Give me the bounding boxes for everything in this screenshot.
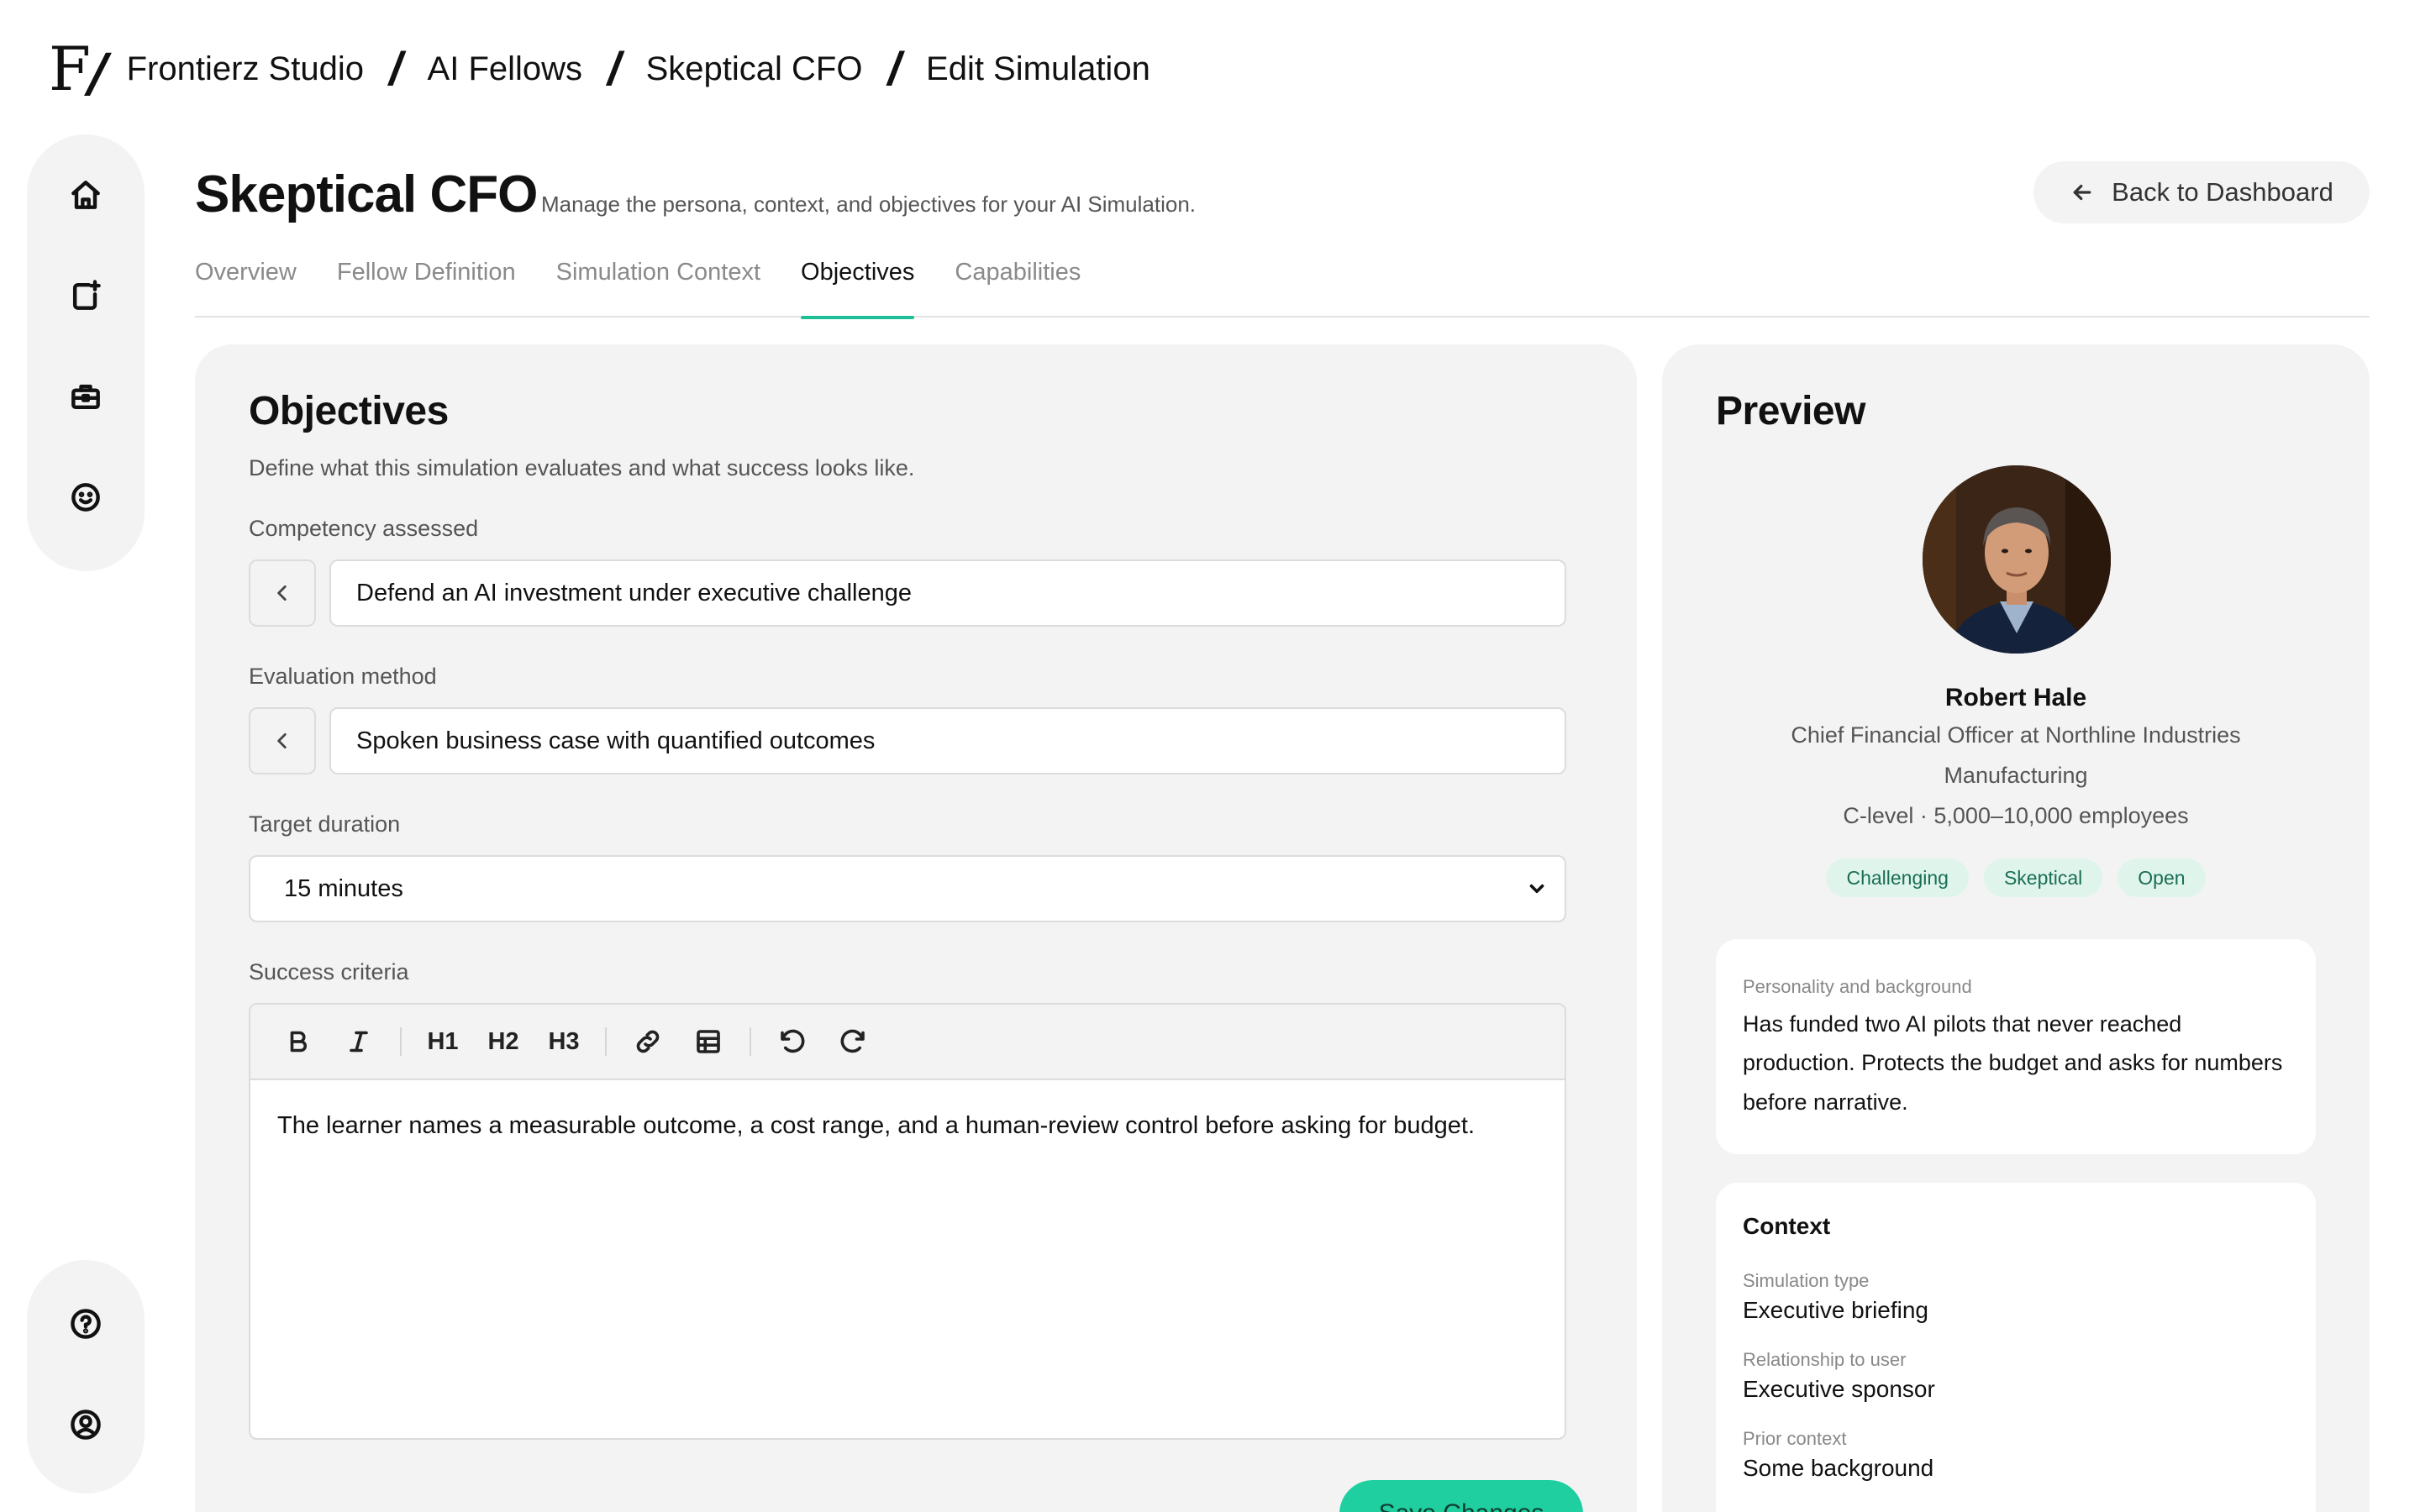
brand-logo[interactable]: F / [49,39,108,99]
context-item: Prior context Some background [1743,1428,2289,1482]
breadcrumb-separator: / [388,42,402,95]
target-duration-value: 15 minutes [284,874,403,902]
tab-capabilities[interactable]: Capabilities [955,252,1081,318]
context-card: Context Simulation type Executive briefi… [1716,1183,2316,1512]
persona-name: Robert Hale [1944,684,2087,711]
back-to-dashboard-button[interactable]: Back to Dashboard [2033,161,2370,223]
context-item-label: Simulation type [1743,1270,1870,1291]
persona-level: C-level · 5,000–10,000 employees [1843,803,2189,828]
breadcrumb-separator: / [887,42,902,95]
italic-icon[interactable] [339,1021,378,1062]
page-title: Skeptical CFO [195,165,538,223]
tag-open: Open [2118,858,2206,897]
personality-background-text: Has funded two AI pilots that never reac… [1743,1011,2283,1115]
tag-skeptical: Skeptical [1983,858,2103,897]
help-icon[interactable] [62,1304,109,1344]
context-item: Relationship to user Executive sponsor [1743,1349,2289,1403]
tab-simulation-context[interactable]: Simulation Context [556,252,760,318]
evaluation-method-label: Evaluation method [249,664,437,689]
breadcrumb-separator: / [608,42,621,95]
breadcrumb-item-current: Edit Simulation [926,50,1150,87]
persona-tags: Challenging Skeptical Open [1662,858,2370,897]
back-to-dashboard-label: Back to Dashboard [2112,177,2333,207]
user-account-icon[interactable] [62,1404,109,1445]
context-item-value: Executive briefing [1743,1297,1929,1323]
context-item-label: Relationship to user [1743,1349,1907,1370]
context-item-value: Some background [1743,1455,1934,1481]
preview-title: Preview [1716,389,1865,433]
sidebar-footer [27,1260,145,1494]
evaluation-method-input[interactable] [329,707,1566,774]
success-criteria-text[interactable]: The learner names a measurable outcome, … [250,1080,1565,1172]
toolbar-divider [400,1027,402,1056]
editor-toolbar: H1 H2 H3 [250,1005,1565,1080]
context-item: Simulation type Executive briefing [1743,1270,2289,1324]
link-icon[interactable] [629,1021,667,1062]
sidebar-nav [27,134,145,571]
chevron-left-icon [277,585,287,601]
heading-1-button[interactable]: H1 [424,1021,462,1062]
context-title: Context [1743,1213,1831,1239]
target-duration-select[interactable]: 15 minutes [249,855,1566,922]
context-item-label: Prior context [1743,1428,1847,1449]
persona-industry: Manufacturing [1944,763,2088,788]
heading-2-button[interactable]: H2 [484,1021,523,1062]
persona-role: Chief Financial Officer at Northline Ind… [1791,722,2241,748]
breadcrumb-item-simulation[interactable]: Skeptical CFO [646,50,863,88]
undo-icon[interactable] [773,1021,812,1062]
chevron-left-icon [277,733,287,748]
tag-challenging: Challenging [1826,858,1969,897]
page-subtitle: Manage the persona, context, and objecti… [541,192,1197,217]
table-icon[interactable] [689,1021,728,1062]
breadcrumb-item-fellows[interactable]: AI Fellows [428,50,583,88]
tab-bar: Overview Fellow Definition Simulation Co… [195,252,2370,319]
success-criteria-label: Success criteria [249,959,409,984]
save-changes-button[interactable]: Save Changes [1339,1480,1583,1512]
breadcrumb-item-studio[interactable]: Frontierz Studio [127,50,364,88]
objectives-title: Objectives [249,389,449,433]
arrow-left-icon [2073,184,2091,201]
persona-avatar [1923,465,2111,654]
objectives-panel: Objectives Define what this simulation e… [195,344,1637,1512]
heading-3-button[interactable]: H3 [544,1021,583,1062]
tab-fellow-definition[interactable]: Fellow Definition [337,252,516,318]
redo-icon[interactable] [834,1021,872,1062]
new-simulation-icon[interactable] [62,276,109,316]
evaluation-toggle-button[interactable] [249,707,316,774]
preview-panel: Preview Robert Hale Chief Financial Offi… [1662,344,2370,1512]
smiley-icon[interactable] [62,477,109,517]
toolbar-divider [750,1027,751,1056]
briefcase-icon[interactable] [62,376,109,417]
tab-objectives[interactable]: Objectives [801,252,915,319]
toolbar-divider [605,1027,607,1056]
bold-icon[interactable] [279,1021,318,1062]
competency-label: Competency assessed [249,516,479,541]
chevron-down-icon [1529,884,1544,894]
breadcrumb: F / Frontierz Studio / AI Fellows / Skept… [49,25,1150,113]
tab-overview[interactable]: Overview [195,252,297,318]
objectives-description: Define what this simulation evaluates an… [249,455,915,480]
competency-toggle-button[interactable] [249,559,316,627]
personality-background-label: Personality and background [1743,976,1972,997]
context-item-value: Executive sponsor [1743,1376,1935,1402]
home-icon[interactable] [62,175,109,215]
target-duration-label: Target duration [249,811,401,837]
success-criteria-editor: H1 H2 H3 The learner names a measurable … [249,1003,1566,1440]
competency-input[interactable] [329,559,1566,627]
personality-background-card: Personality and background Has funded tw… [1716,939,2316,1154]
